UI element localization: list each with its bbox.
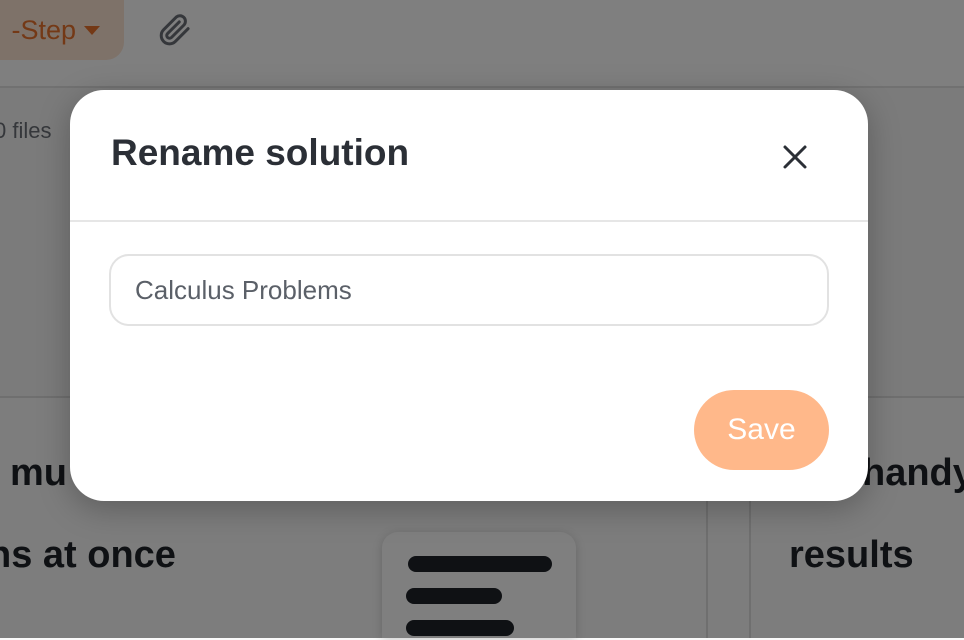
- dialog-header: Rename solution: [70, 90, 868, 222]
- save-button[interactable]: Save: [694, 390, 829, 470]
- solution-name-input[interactable]: [109, 254, 829, 326]
- close-button[interactable]: [770, 132, 820, 182]
- close-icon: [783, 145, 807, 169]
- rename-solution-dialog: Rename solution Save: [70, 90, 868, 501]
- dialog-title: Rename solution: [111, 132, 410, 173]
